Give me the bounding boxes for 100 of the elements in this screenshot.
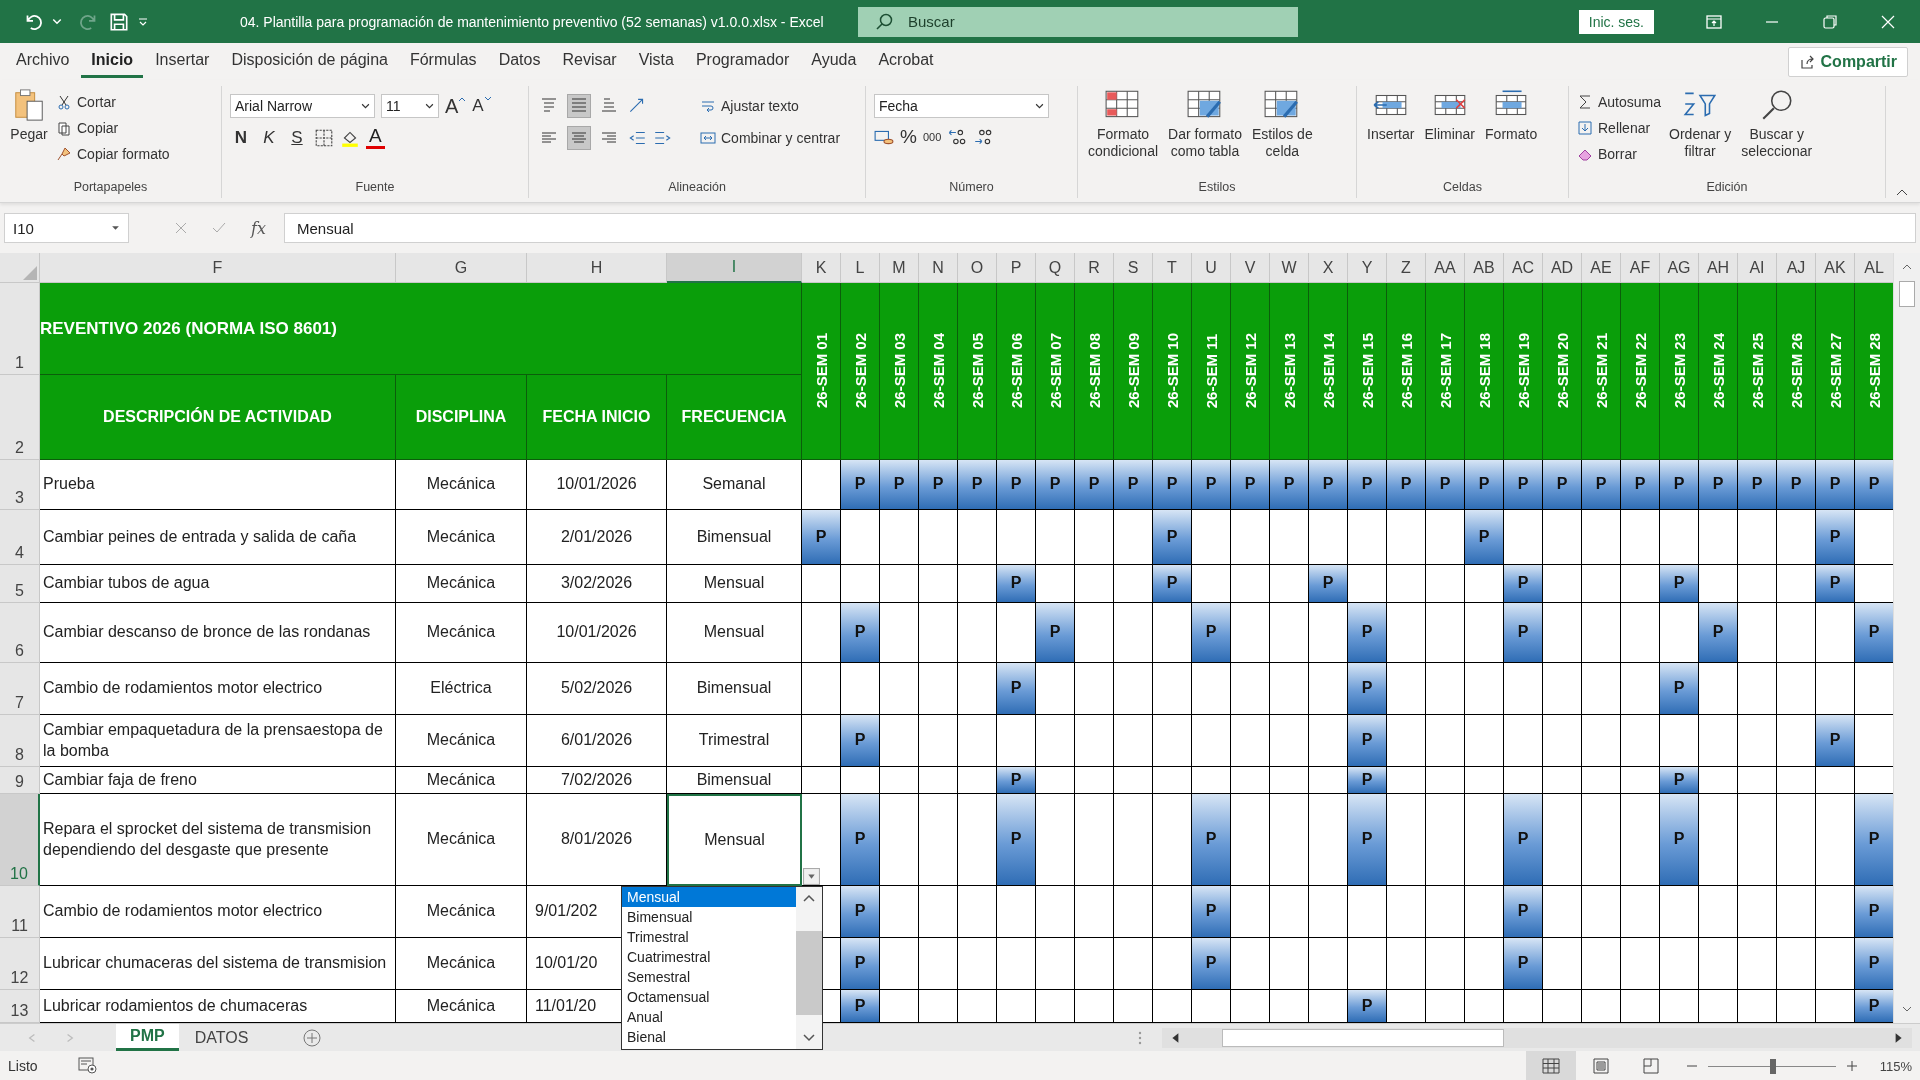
- column-header[interactable]: AL: [1855, 253, 1893, 283]
- editing-button[interactable]: Rellenar: [1577, 116, 1662, 140]
- active-cell[interactable]: Mensual: [667, 794, 802, 886]
- thousands-button[interactable]: 000: [922, 131, 942, 143]
- row-header[interactable]: 1: [0, 283, 40, 375]
- sign-in-button[interactable]: Inic. ses.: [1578, 9, 1654, 34]
- styles-button[interactable]: Formato condicional: [1086, 86, 1161, 162]
- sheet-tab[interactable]: DATOS: [180, 1025, 263, 1050]
- cells-button[interactable]: Formato: [1483, 86, 1540, 145]
- column-header[interactable]: F: [40, 253, 396, 283]
- font-style-button[interactable]: S: [286, 127, 308, 148]
- clipboard-button[interactable]: Cortar: [56, 90, 170, 114]
- font-color-button[interactable]: A: [366, 126, 385, 149]
- column-header[interactable]: N: [919, 253, 958, 283]
- column-header[interactable]: L: [841, 253, 880, 283]
- percent-button[interactable]: %: [900, 126, 917, 148]
- clipboard-button[interactable]: Copiar formato: [56, 142, 170, 166]
- clipboard-button[interactable]: Copiar: [56, 116, 170, 140]
- wrap-text-button[interactable]: Ajustar texto: [700, 94, 857, 118]
- column-header[interactable]: I: [667, 253, 802, 283]
- column-header[interactable]: AI: [1738, 253, 1777, 283]
- ribbon-tab[interactable]: Acrobat: [868, 45, 944, 78]
- sheet-tab[interactable]: PMP: [116, 1024, 179, 1051]
- column-header[interactable]: Z: [1387, 253, 1426, 283]
- row-header[interactable]: 7: [0, 663, 40, 715]
- merge-center-button[interactable]: Combinar y centrar: [700, 126, 857, 150]
- styles-button[interactable]: Dar formato como tabla: [1166, 86, 1244, 162]
- share-button[interactable]: Compartir: [1787, 46, 1908, 77]
- ribbon-tab[interactable]: Disposición de página: [221, 45, 398, 78]
- column-header[interactable]: H: [527, 253, 667, 283]
- search-field[interactable]: Buscar: [858, 6, 1298, 37]
- increase-font-button[interactable]: A: [445, 94, 459, 118]
- dropdown-option[interactable]: Mensual: [622, 887, 796, 907]
- zoom-level-text[interactable]: 115%: [1879, 1058, 1912, 1074]
- font-style-button[interactable]: K: [258, 127, 280, 148]
- row-header[interactable]: 8: [0, 715, 40, 767]
- ribbon-tab[interactable]: Fórmulas: [399, 45, 487, 78]
- column-header[interactable]: G: [396, 253, 527, 283]
- column-header[interactable]: AH: [1699, 253, 1738, 283]
- column-header[interactable]: S: [1114, 253, 1153, 283]
- editing-button[interactable]: Borrar: [1577, 142, 1662, 166]
- ribbon-tab[interactable]: Vista: [628, 45, 684, 78]
- font-size-field[interactable]: 11: [381, 94, 439, 118]
- row-header[interactable]: 3: [0, 460, 40, 510]
- styles-button[interactable]: Estilos de celda: [1250, 86, 1315, 162]
- column-header[interactable]: AC: [1504, 253, 1543, 283]
- column-header[interactable]: R: [1075, 253, 1114, 283]
- column-header[interactable]: O: [958, 253, 997, 283]
- column-header[interactable]: AB: [1465, 253, 1504, 283]
- cells-button[interactable]: Insertar: [1365, 86, 1417, 145]
- column-header[interactable]: AJ: [1777, 253, 1816, 283]
- editing-big-button[interactable]: Ordenar y filtrar: [1667, 86, 1734, 162]
- row-header[interactable]: 13: [0, 990, 40, 1023]
- insert-function-button[interactable]: fx: [251, 218, 266, 238]
- ribbon-tab[interactable]: Inicio: [81, 45, 144, 78]
- ribbon-tab[interactable]: Revisar: [552, 45, 627, 78]
- formula-field[interactable]: Mensual: [283, 213, 1916, 243]
- column-header[interactable]: AA: [1426, 253, 1465, 283]
- column-header[interactable]: T: [1153, 253, 1192, 283]
- row-header[interactable]: 12: [0, 938, 40, 990]
- column-header[interactable]: U: [1192, 253, 1231, 283]
- ribbon-tab[interactable]: Datos: [488, 45, 551, 78]
- ribbon-tab[interactable]: Ayuda: [801, 45, 867, 78]
- column-header[interactable]: X: [1309, 253, 1348, 283]
- ribbon-tab[interactable]: Archivo: [6, 45, 80, 78]
- column-header[interactable]: P: [997, 253, 1036, 283]
- column-header[interactable]: AG: [1660, 253, 1699, 283]
- row-header[interactable]: 5: [0, 565, 40, 603]
- editing-big-button[interactable]: Buscar y seleccionar: [1739, 86, 1815, 162]
- column-header[interactable]: AK: [1816, 253, 1855, 283]
- dropdown-option[interactable]: Bienal: [622, 1027, 796, 1047]
- planned-week-cell: P: [1855, 990, 1893, 1023]
- column-header[interactable]: AF: [1621, 253, 1660, 283]
- decrease-font-button[interactable]: A: [472, 96, 484, 116]
- font-style-button[interactable]: N: [230, 127, 252, 148]
- ribbon-tab[interactable]: Insertar: [145, 45, 220, 78]
- row-header[interactable]: 6: [0, 603, 40, 663]
- column-header[interactable]: K: [802, 253, 841, 283]
- row-header[interactable]: 4: [0, 510, 40, 565]
- column-header[interactable]: AD: [1543, 253, 1582, 283]
- column-header[interactable]: V: [1231, 253, 1270, 283]
- planned-week-cell: P: [1348, 767, 1387, 794]
- ribbon-tab[interactable]: Programador: [685, 45, 800, 78]
- row-header[interactable]: 2: [0, 375, 40, 460]
- column-header[interactable]: M: [880, 253, 919, 283]
- column-header[interactable]: AE: [1582, 253, 1621, 283]
- row-header[interactable]: 11: [0, 886, 40, 938]
- name-box[interactable]: I10: [4, 213, 129, 243]
- number-format-field[interactable]: Fecha: [874, 94, 1049, 118]
- table-cell: Mecánica: [396, 794, 527, 886]
- row-header[interactable]: 10: [0, 794, 40, 886]
- planned-week-cell: P: [1699, 603, 1738, 663]
- row-header[interactable]: 9: [0, 767, 40, 794]
- paste-button[interactable]: Pegar: [8, 86, 50, 144]
- column-header[interactable]: Y: [1348, 253, 1387, 283]
- column-header[interactable]: Q: [1036, 253, 1075, 283]
- cells-button[interactable]: Eliminar: [1422, 86, 1478, 145]
- editing-button[interactable]: Autosuma: [1577, 90, 1662, 114]
- font-name-field[interactable]: Arial Narrow: [230, 94, 375, 118]
- column-header[interactable]: W: [1270, 253, 1309, 283]
